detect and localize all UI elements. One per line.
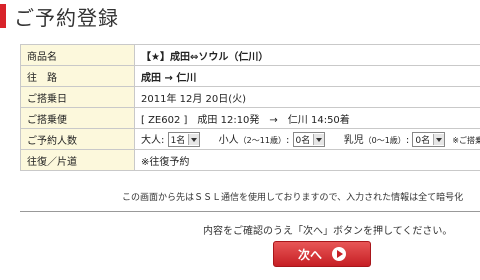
reservation-table: 商品名 【★】成田⇔ソウル（仁川） 往 路 成田 → 仁川 ご搭乗日 2011年…: [20, 44, 480, 171]
child-age-range: （2～11歳）: [238, 135, 286, 145]
title-accent-bar: [0, 4, 6, 28]
table-row: ご搭乗便 [ ZE602 ] 成田 12:10発 → 仁川 14:50着: [20, 107, 480, 129]
next-button-label: 次へ: [297, 247, 322, 262]
product-name: 【★】成田⇔ソウル（仁川）: [134, 44, 480, 66]
adult-select[interactable]: 1名: [167, 132, 201, 148]
arrow-right-icon: [332, 247, 346, 261]
trip-type: ※往復予約: [134, 149, 480, 171]
pax-note: ※ご搭乗: [452, 135, 480, 145]
infant-age-range: （0～1歳）: [363, 135, 406, 145]
table-row: ご搭乗日 2011年 12月 20日(火): [20, 86, 480, 108]
row-label: ご搭乗便: [20, 107, 135, 129]
child-select-value: 0名: [295, 136, 311, 147]
chevron-down-icon: [188, 134, 200, 146]
confirm-instruction: 内容をご確認のうえ「次へ」ボタンを押してください。: [203, 226, 453, 237]
child-label: 小人: [218, 134, 239, 146]
boarding-date: 2011年 12月 20日(火): [134, 86, 480, 108]
passenger-count: 大人: 1名 小人（2～11歳）: 0名 乳児（0～1歳）: 0名 ※ご搭乗: [134, 128, 480, 150]
ssl-notice: この画面から先はＳＳＬ通信を使用しておりますので、入力された情報は全て暗号化: [122, 193, 464, 203]
table-row: 商品名 【★】成田⇔ソウル（仁川）: [20, 44, 480, 66]
page: ご予約登録 商品名 【★】成田⇔ソウル（仁川） 往 路 成田 → 仁川 ご搭乗日…: [0, 0, 480, 280]
table-row: ご予約人数 大人: 1名 小人（2～11歳）: 0名 乳児（0～1歳）: 0名 …: [20, 128, 480, 150]
infant-select[interactable]: 0名: [412, 132, 446, 148]
table-row: 往復／片道 ※往復予約: [20, 149, 480, 171]
page-header: ご予約登録: [0, 2, 480, 30]
infant-label: 乳児: [343, 134, 364, 146]
outbound-route: 成田 → 仁川: [134, 65, 480, 87]
table-row: 往 路 成田 → 仁川: [20, 65, 480, 87]
row-label: 往 路: [20, 65, 135, 87]
child-select[interactable]: 0名: [292, 132, 326, 148]
infant-select-value: 0名: [415, 136, 431, 147]
adult-select-value: 1名: [170, 136, 186, 147]
row-label: 往復／片道: [20, 149, 135, 171]
chevron-down-icon: [313, 134, 325, 146]
next-button[interactable]: 次へ: [273, 241, 371, 267]
divider: [20, 211, 480, 212]
row-label: ご予約人数: [20, 128, 135, 150]
chevron-down-icon: [433, 134, 445, 146]
adult-label: 大人:: [141, 134, 165, 146]
row-label: ご搭乗日: [20, 86, 135, 108]
flight-info: [ ZE602 ] 成田 12:10発 → 仁川 14:50着: [134, 107, 480, 129]
row-label: 商品名: [20, 44, 135, 66]
reservation-table-wrap: 商品名 【★】成田⇔ソウル（仁川） 往 路 成田 → 仁川 ご搭乗日 2011年…: [20, 44, 480, 178]
page-title: ご予約登録: [14, 5, 119, 30]
